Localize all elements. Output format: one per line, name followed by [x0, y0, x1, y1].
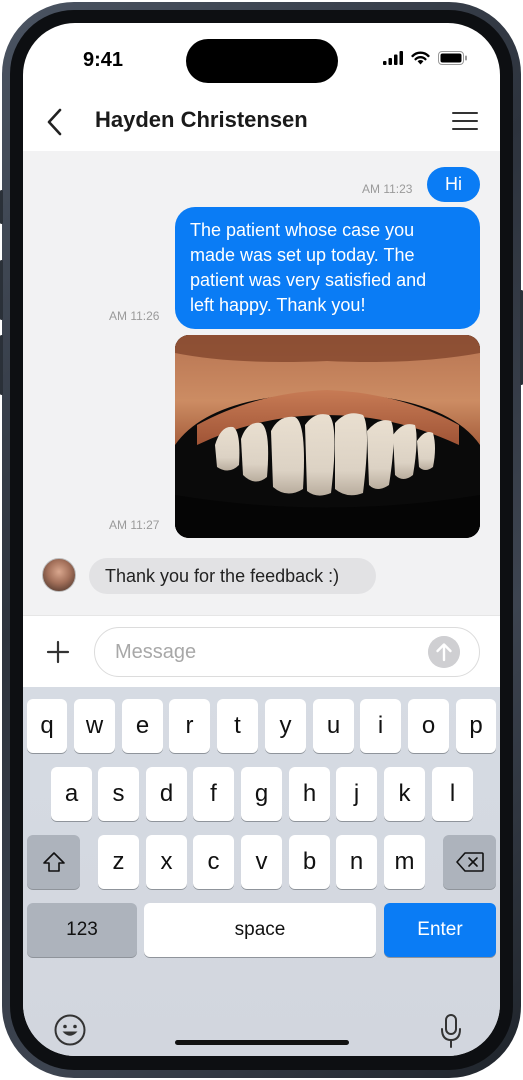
- contact-avatar[interactable]: [42, 558, 76, 592]
- key-r[interactable]: r: [169, 699, 210, 753]
- key-u[interactable]: u: [313, 699, 354, 753]
- message-text-line: left happy. Thank you!: [190, 295, 366, 315]
- key-t[interactable]: t: [217, 699, 258, 753]
- key-e[interactable]: e: [122, 699, 163, 753]
- shift-icon: [42, 852, 65, 872]
- key-z[interactable]: z: [98, 835, 139, 889]
- backspace-key[interactable]: [443, 835, 496, 889]
- numbers-key[interactable]: 123: [27, 903, 137, 957]
- message-text-line: The patient whose case you: [190, 220, 415, 240]
- key-w[interactable]: w: [74, 699, 115, 753]
- emoji-icon[interactable]: [53, 1013, 87, 1047]
- side-button: [0, 190, 3, 224]
- home-indicator[interactable]: [175, 1040, 349, 1045]
- status-time: 9:41: [83, 49, 124, 71]
- key-p[interactable]: p: [456, 699, 496, 753]
- key-a[interactable]: a: [51, 767, 92, 821]
- key-j[interactable]: j: [336, 767, 377, 821]
- outgoing-message-bubble[interactable]: Hi: [427, 167, 480, 202]
- incoming-message-bubble[interactable]: Thank you for the feedback :): [89, 558, 376, 594]
- mic-icon[interactable]: [440, 1013, 462, 1049]
- message-timestamp: AM 11:23: [362, 182, 413, 196]
- dynamic-island: [186, 39, 338, 83]
- key-m[interactable]: m: [384, 835, 425, 889]
- battery-icon: [438, 51, 467, 65]
- key-s[interactable]: s: [98, 767, 139, 821]
- key-i[interactable]: i: [360, 699, 401, 753]
- message-text-line: made was set up today. The: [190, 245, 415, 265]
- key-b[interactable]: b: [289, 835, 330, 889]
- key-y[interactable]: y: [265, 699, 306, 753]
- key-h[interactable]: h: [289, 767, 330, 821]
- menu-icon[interactable]: [450, 109, 480, 133]
- wifi-icon: [411, 51, 430, 65]
- key-l[interactable]: l: [432, 767, 473, 821]
- key-k[interactable]: k: [384, 767, 425, 821]
- message-text-line: patient was very satisfied and: [190, 270, 427, 290]
- chat-messages: AM 11:23 Hi AM 11:26 The patient whose c…: [23, 151, 500, 615]
- send-arrow-icon[interactable]: [428, 636, 460, 668]
- key-q[interactable]: q: [27, 699, 67, 753]
- space-key[interactable]: space: [144, 903, 376, 957]
- phone-screen: 9:41 Hayden Christensen AM 11:23 Hi AM 1…: [23, 23, 500, 1056]
- volume-up-button: [0, 260, 3, 320]
- back-arrow-icon[interactable]: [43, 105, 69, 139]
- keyboard: q w e r t y u i o p a s d f g h j k l z …: [23, 687, 500, 1056]
- key-n[interactable]: n: [336, 835, 377, 889]
- chat-header: Hayden Christensen: [23, 93, 500, 151]
- volume-down-button: [0, 335, 3, 395]
- outgoing-message-bubble[interactable]: The patient whose case you made was set …: [175, 207, 480, 329]
- enter-key[interactable]: Enter: [384, 903, 496, 957]
- status-icons: [383, 51, 468, 65]
- plus-icon[interactable]: [43, 637, 73, 667]
- key-x[interactable]: x: [146, 835, 187, 889]
- status-bar: 9:41: [23, 23, 500, 93]
- image-message-dental-photo[interactable]: [175, 335, 480, 538]
- key-g[interactable]: g: [241, 767, 282, 821]
- backspace-icon: [455, 852, 484, 872]
- message-text: Hi: [445, 174, 462, 194]
- key-d[interactable]: d: [146, 767, 187, 821]
- key-v[interactable]: v: [241, 835, 282, 889]
- message-text: Thank you for the feedback :): [105, 566, 340, 586]
- signal-icon: [383, 51, 403, 65]
- key-o[interactable]: o: [408, 699, 449, 753]
- shift-key[interactable]: [27, 835, 80, 889]
- message-input-bar: [23, 615, 500, 687]
- key-c[interactable]: c: [193, 835, 234, 889]
- key-f[interactable]: f: [193, 767, 234, 821]
- message-timestamp: AM 11:27: [109, 518, 160, 532]
- dental-smile-image: [175, 335, 480, 538]
- contact-name: Hayden Christensen: [95, 107, 308, 132]
- message-timestamp: AM 11:26: [109, 309, 160, 323]
- message-input[interactable]: [94, 627, 480, 677]
